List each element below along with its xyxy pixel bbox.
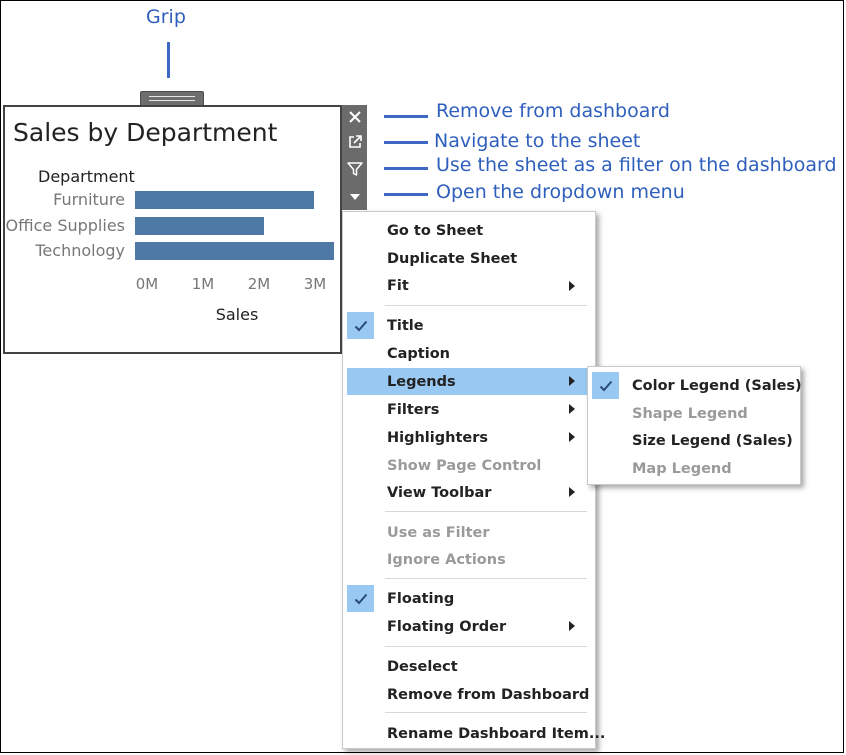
legends-highlight [347,368,589,395]
menu-item-ignore-actions: Ignore Actions [387,552,506,568]
filter-annotation: Use the sheet as a filter on the dashboa… [436,154,837,176]
menu-item-deselect[interactable]: Deselect [387,659,458,675]
x-tick-label: 0M [135,275,159,293]
checkmark-icon [354,320,367,331]
filters-submenu-arrow-icon [569,404,575,414]
checkmark-icon [599,380,612,391]
view-toolbar-submenu-arrow-icon [569,487,575,497]
x-axis-label: Sales [215,305,259,324]
checkmark-icon [354,593,367,604]
legends-submenu: Color Legend (Sales) Shape Legend Size L… [587,366,802,485]
dropdown-annotation: Open the dropdown menu [436,181,685,203]
grip-line [149,100,195,101]
menu-item-fit[interactable]: Fit [387,278,409,294]
menu-item-legends[interactable]: Legends [387,374,456,390]
submenu-item-map-legend: Map Legend [632,461,732,477]
bar-furniture[interactable] [135,191,314,209]
grip-handle[interactable] [140,91,204,105]
menu-separator [385,578,587,579]
dropdown-menu-button[interactable] [342,185,367,209]
color-legend-check-indicator [592,372,619,399]
grip-annotation: Grip [146,6,186,28]
menu-separator [385,305,587,306]
submenu-item-color-legend[interactable]: Color Legend (Sales) [632,378,802,394]
x-tick-label: 2M [247,275,271,293]
submenu-item-size-legend[interactable]: Size Legend (Sales) [632,433,793,449]
menu-separator [385,646,587,647]
x-tick-label: 1M [191,275,215,293]
navigate-annotation: Navigate to the sheet [434,130,641,152]
legends-submenu-arrow-icon [569,376,575,386]
category-label: Office Supplies [5,216,125,235]
menu-item-highlighters[interactable]: Highlighters [387,430,488,446]
menu-item-filters[interactable]: Filters [387,402,439,418]
menu-item-title[interactable]: Title [387,318,424,334]
category-axis-header: Department [38,167,135,186]
close-icon [348,111,361,123]
menu-item-caption[interactable]: Caption [387,346,450,362]
category-label: Technology [35,241,125,260]
remove-button[interactable] [342,105,367,129]
menu-item-rename-dashboard-item[interactable]: Rename Dashboard Item... [387,726,605,742]
bar-technology[interactable] [135,242,334,260]
menu-item-floating-order[interactable]: Floating Order [387,619,506,635]
floating-check-indicator [347,585,374,612]
title-check-indicator [347,312,374,339]
menu-item-view-toolbar[interactable]: View Toolbar [387,485,491,501]
sheet-title: Sales by Department [13,118,278,147]
context-menu: Go to Sheet Duplicate Sheet Fit Title Ca… [342,211,605,749]
menu-separator [385,511,587,512]
x-tick-label: 3M [303,275,327,293]
navigate-annotation-line [384,141,428,144]
remove-annotation: Remove from dashboard [436,100,670,122]
grip-line [149,96,195,97]
menu-item-go-to-sheet[interactable]: Go to Sheet [387,223,483,239]
sheet-toolbar [342,105,367,210]
highlighters-submenu-arrow-icon [569,432,575,442]
floating-order-submenu-arrow-icon [569,621,575,631]
category-label: Furniture [53,190,125,209]
fit-submenu-arrow-icon [569,281,575,291]
sheet-panel[interactable]: Sales by Department Department Furniture… [3,105,342,354]
caret-down-icon [349,194,360,200]
filter-icon [346,162,363,176]
menu-item-duplicate-sheet[interactable]: Duplicate Sheet [387,251,517,267]
menu-item-remove-from-dashboard[interactable]: Remove from Dashboard [387,687,589,703]
menu-item-floating[interactable]: Floating [387,591,454,607]
external-link-icon [348,135,362,148]
remove-annotation-line [384,115,428,118]
submenu-item-shape-legend: Shape Legend [632,406,748,422]
bar-office-supplies[interactable] [135,217,264,235]
menu-item-show-page-control: Show Page Control [387,458,542,474]
grip-annotation-line [167,42,170,78]
menu-separator [385,712,587,713]
menu-item-use-as-filter: Use as Filter [387,525,490,541]
go-to-sheet-button[interactable] [342,130,367,154]
dropdown-annotation-line [384,193,428,196]
filter-annotation-line [384,167,428,170]
use-as-filter-button[interactable] [342,157,367,181]
